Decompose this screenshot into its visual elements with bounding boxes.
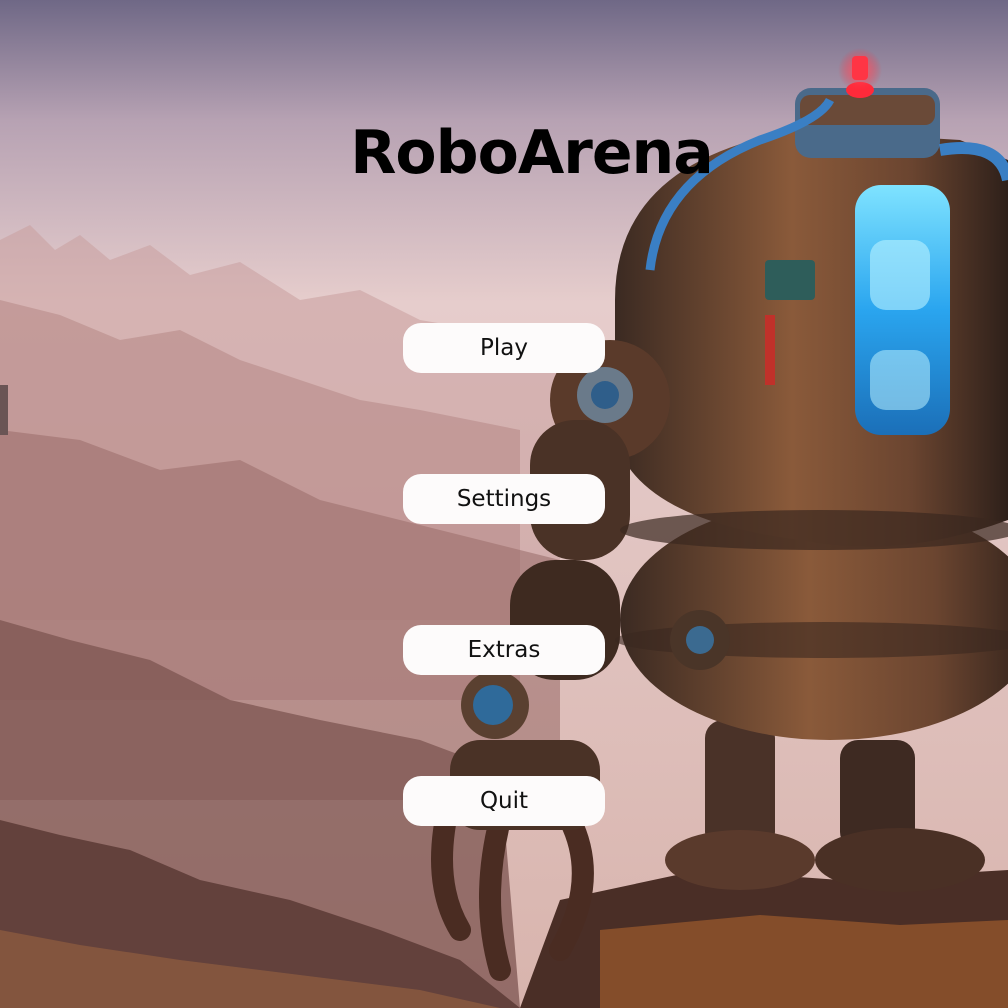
quit-button[interactable]: Quit (403, 776, 605, 826)
extras-button[interactable]: Extras (403, 625, 605, 675)
game-title: RoboArena (350, 118, 714, 188)
settings-button[interactable]: Settings (403, 474, 605, 524)
play-button[interactable]: Play (403, 323, 605, 373)
